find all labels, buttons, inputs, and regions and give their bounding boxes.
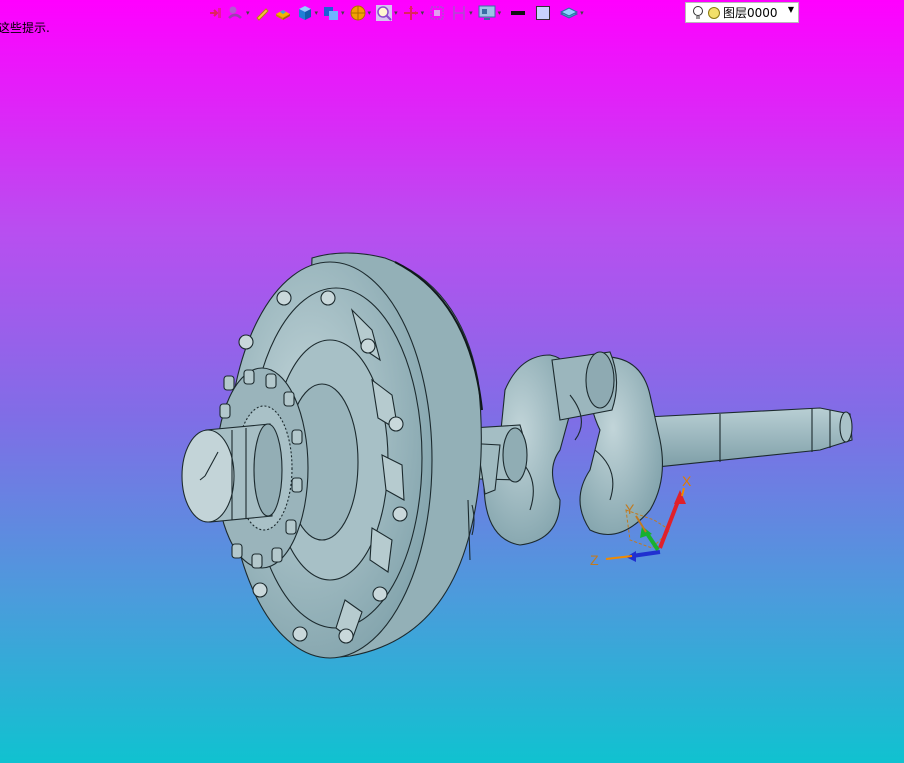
axis-label-z: Z <box>590 552 599 568</box>
crankshaft-model <box>181 252 853 659</box>
axis-label-y: Y <box>625 501 635 517</box>
axis-label-x: X <box>682 473 692 489</box>
hub-face <box>181 429 235 523</box>
3d-viewport[interactable]: X Y Z <box>0 0 904 763</box>
shaft-end <box>839 411 853 443</box>
